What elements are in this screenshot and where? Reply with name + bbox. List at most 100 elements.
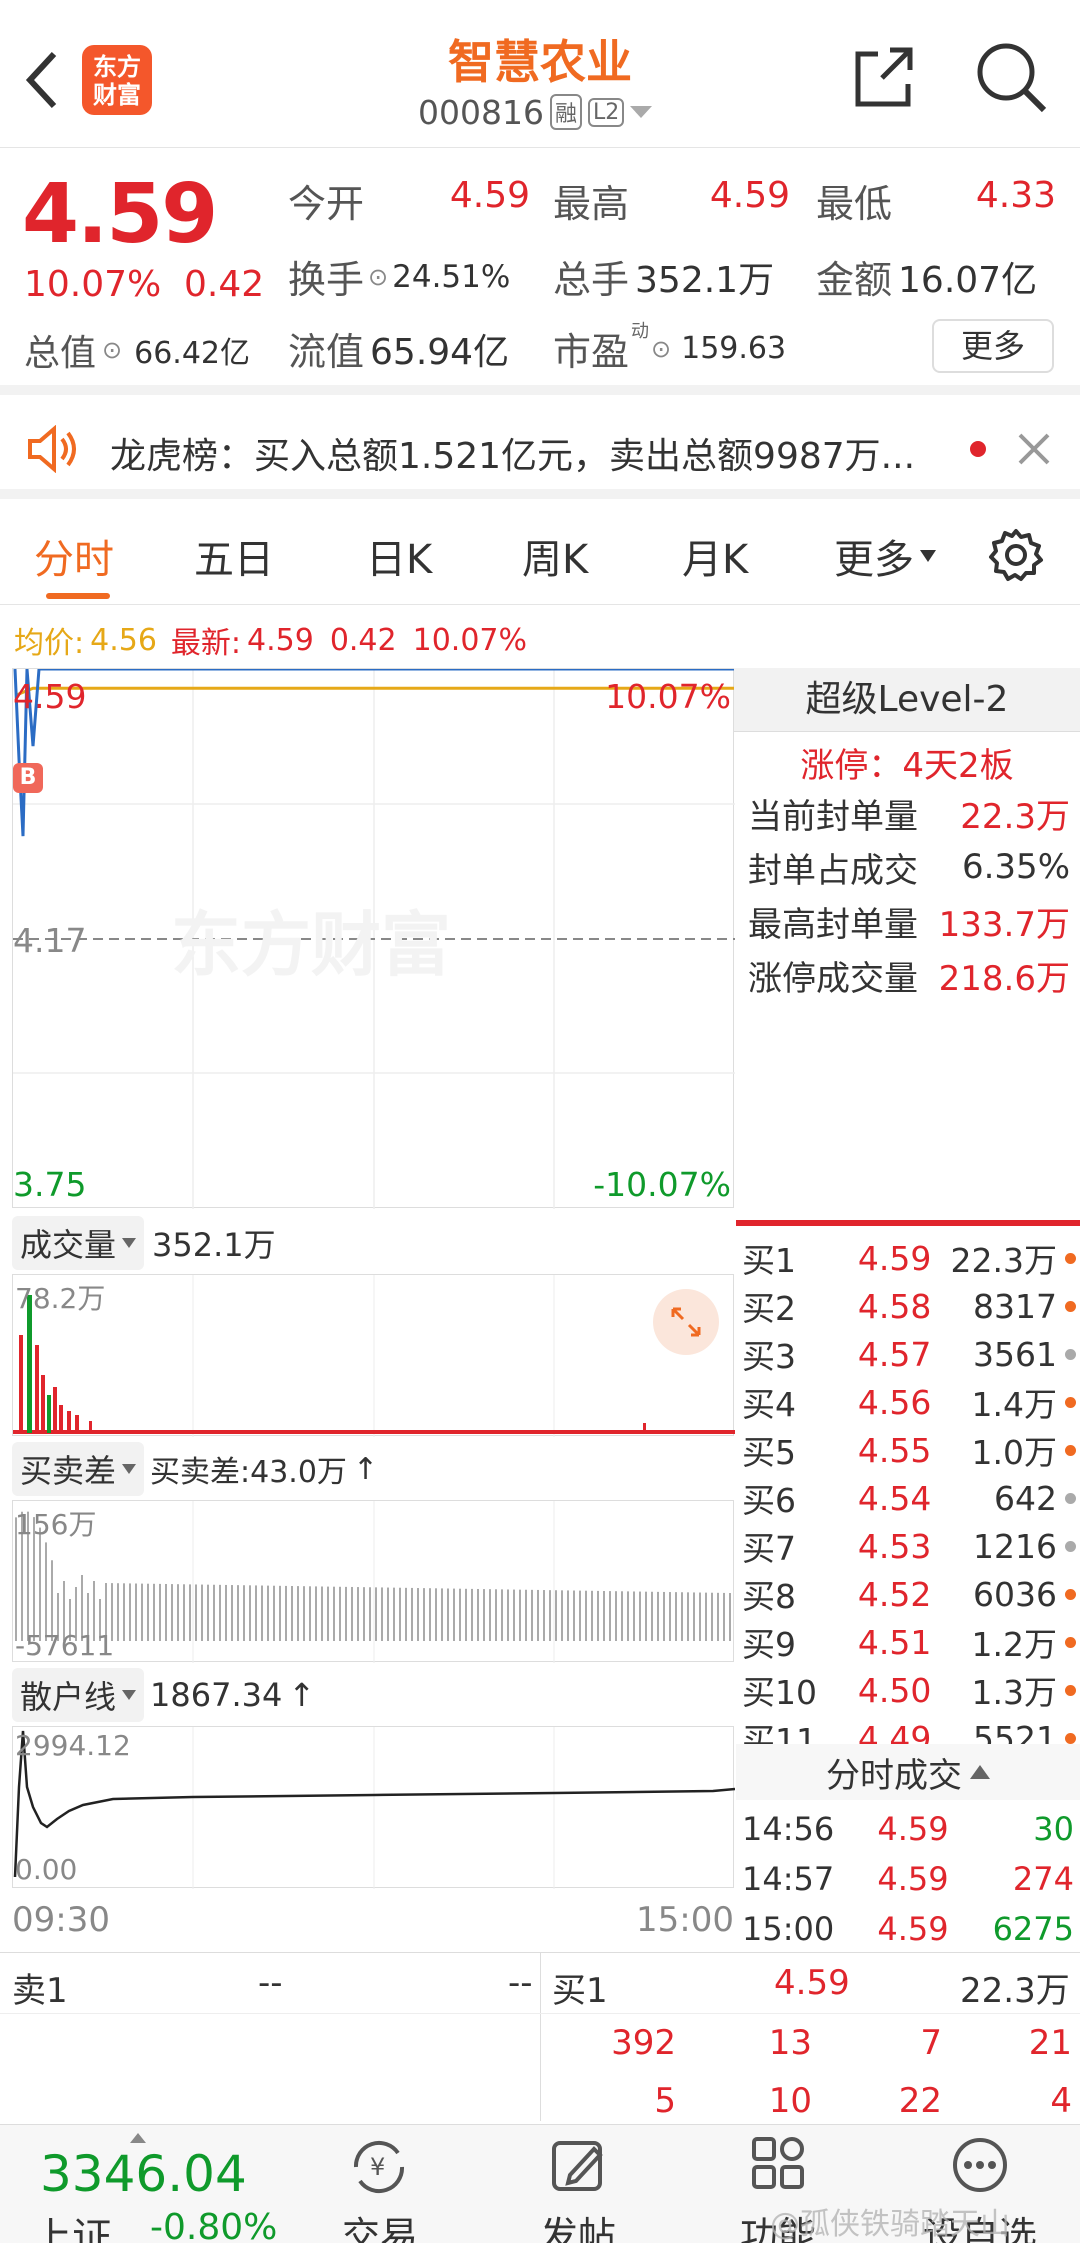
diff-bar — [711, 1592, 713, 1641]
orderbook-rows: 买1 4.59 22.3万 买2 4.58 8317 买3 4.57 3561 买4 4.56 1.4… — [736, 1226, 1080, 1744]
tag-rong: 融 — [549, 94, 582, 130]
volume-selector[interactable]: 成交量 — [12, 1216, 145, 1270]
level2-row-value: 218.6万 — [938, 958, 1070, 999]
triangle-up-icon — [130, 2133, 146, 2143]
orderbook-row[interactable]: 买7 4.53 1216 — [736, 1522, 1080, 1570]
tab-day-k[interactable]: 日K — [366, 527, 432, 585]
limit-up-text: 涨停：4天2板 — [800, 746, 1014, 786]
diff-bar — [171, 1584, 173, 1641]
queue-cell: 7 — [920, 2023, 942, 2063]
queue-buy-price: 4.59 — [774, 1963, 850, 2003]
latest-value: 4.59 — [247, 622, 314, 658]
orderbook-row[interactable]: 买2 4.58 8317 — [736, 1282, 1080, 1330]
info-icon[interactable]: ⊙ — [102, 336, 122, 364]
mktcap-label: 总值 — [24, 333, 97, 374]
tick-vol: 6275 — [992, 1910, 1074, 1948]
tab-month-k[interactable]: 月K — [682, 527, 748, 585]
diff-bar — [651, 1591, 653, 1641]
diff-panel: 买卖差 买卖差:43.0万 ↑ 156万 -57611 — [12, 1442, 734, 1664]
info-icon[interactable]: ⊙ — [651, 335, 671, 363]
pe-label: 市盈 — [553, 330, 630, 374]
header-bar: 东方 财富 智慧农业 000816 融 L2 — [0, 0, 1080, 148]
dropdown-arrow-icon[interactable] — [630, 104, 653, 120]
queue-buy-label: 买1 — [552, 1971, 608, 2011]
retail-selector[interactable]: 散户线 — [12, 1668, 145, 1722]
orderbook-row[interactable]: 买3 4.57 3561 — [736, 1330, 1080, 1378]
diff-bar — [123, 1583, 125, 1641]
diff-bar — [327, 1586, 329, 1641]
orderbook-row[interactable]: 买10 4.50 1.3万 — [736, 1666, 1080, 1714]
amount-row: 金额 16.07亿 — [816, 249, 1037, 304]
close-icon[interactable] — [1016, 431, 1052, 467]
diff-bar — [657, 1591, 659, 1641]
bid-dot — [1065, 1540, 1076, 1552]
intraday-chart[interactable]: 东方财富 4.59 10.07% 4.17 3.75 -10.07% B — [12, 668, 735, 1209]
post-button[interactable]: 发帖 — [518, 2125, 638, 2243]
bid-price: 4.53 — [857, 1526, 932, 1566]
bid-volume: 642 — [994, 1478, 1058, 1518]
share-icon[interactable] — [852, 44, 916, 110]
bid-level: 买8 — [742, 1577, 796, 1616]
tab-five-day[interactable]: 五日 — [194, 527, 274, 585]
queue-cell: 5 — [654, 2081, 676, 2121]
orderbook-row[interactable]: 买1 4.59 22.3万 — [736, 1234, 1080, 1282]
bid-level: 买10 — [742, 1673, 817, 1712]
orderbook-row[interactable]: 买11 4.49 5521 — [736, 1714, 1080, 1744]
orderbook-row[interactable]: 买8 4.52 6036 — [736, 1570, 1080, 1618]
diff-bar — [639, 1591, 641, 1641]
arrow-up-icon: ↑ — [352, 1451, 379, 1487]
diff-bar — [699, 1592, 701, 1641]
diff-bar — [669, 1592, 671, 1641]
more-button[interactable]: 更多 — [932, 319, 1054, 373]
gear-icon[interactable] — [988, 527, 1044, 583]
diff-bar — [543, 1590, 545, 1641]
retail-header: 散户线 1867.34 ↑ — [12, 1668, 315, 1722]
tab-week-k[interactable]: 周K — [522, 527, 588, 585]
volume-row: 总手 352.1万 — [553, 249, 774, 304]
ticks-header[interactable]: 分时成交 — [736, 1744, 1080, 1800]
tab-minute[interactable]: 分时 — [34, 527, 114, 585]
orderbook-row[interactable]: 买6 4.54 642 — [736, 1474, 1080, 1522]
trade-button[interactable]: ¥ 交易 — [320, 2125, 440, 2243]
trade-label: 交易 — [341, 2214, 418, 2243]
mktcap-value: 66.42亿 — [134, 336, 251, 371]
retail-panel: 散户线 1867.34 ↑ 2994.12 0.00 — [12, 1668, 736, 1892]
info-icon[interactable]: ⊙ — [368, 263, 388, 291]
tab-more[interactable]: 更多 — [834, 527, 936, 585]
notice-bar[interactable]: 龙虎榜：买入总额1.521亿元，卖出总额9987万... — [0, 405, 1080, 499]
diff-bar — [333, 1586, 335, 1641]
diff-bar — [531, 1589, 533, 1641]
queue-cell: 4 — [1050, 2081, 1072, 2121]
diff-bar — [483, 1589, 485, 1641]
diff-bars — [15, 1501, 731, 1663]
open-value: 4.59 — [449, 175, 530, 216]
turnover-row: 换手 ⊙ 24.51% — [288, 249, 510, 304]
diff-bar — [645, 1591, 647, 1641]
diff-bar — [267, 1585, 269, 1641]
level2-header[interactable]: 超级Level-2 — [734, 668, 1080, 732]
diff-bar — [507, 1589, 509, 1641]
bid-level: 买11 — [742, 1721, 817, 1744]
search-icon[interactable] — [974, 40, 1050, 116]
diff-bar — [513, 1589, 515, 1641]
diff-bar — [723, 1592, 725, 1641]
pct-top-label: 10.07% — [605, 677, 731, 716]
index-pct: -0.80% — [150, 2207, 278, 2243]
volume-header: 成交量 352.1万 — [12, 1216, 276, 1270]
bid-price: 4.55 — [857, 1430, 932, 1470]
open-label: 今开 — [288, 182, 365, 226]
diff-selector[interactable]: 买卖差 — [12, 1442, 145, 1496]
bid-price: 4.51 — [857, 1622, 932, 1662]
retail-chart: 2994.12 0.00 — [12, 1726, 736, 1889]
diff-bar — [693, 1592, 695, 1641]
orderbook-row[interactable]: 买4 4.56 1.4万 — [736, 1378, 1080, 1426]
diff-bar — [225, 1584, 227, 1641]
index-widget[interactable]: 3346.04 上证 -0.80% — [0, 2125, 300, 2243]
level2-title: 超级Level-2 — [805, 679, 1009, 720]
diff-bar — [423, 1588, 425, 1641]
orderbook-row[interactable]: 买5 4.55 1.0万 — [736, 1426, 1080, 1474]
diff-min-label: -57611 — [15, 1629, 115, 1662]
diff-bar — [705, 1592, 707, 1641]
orderbook-row[interactable]: 买9 4.51 1.2万 — [736, 1618, 1080, 1666]
expand-icon[interactable] — [653, 1289, 719, 1355]
